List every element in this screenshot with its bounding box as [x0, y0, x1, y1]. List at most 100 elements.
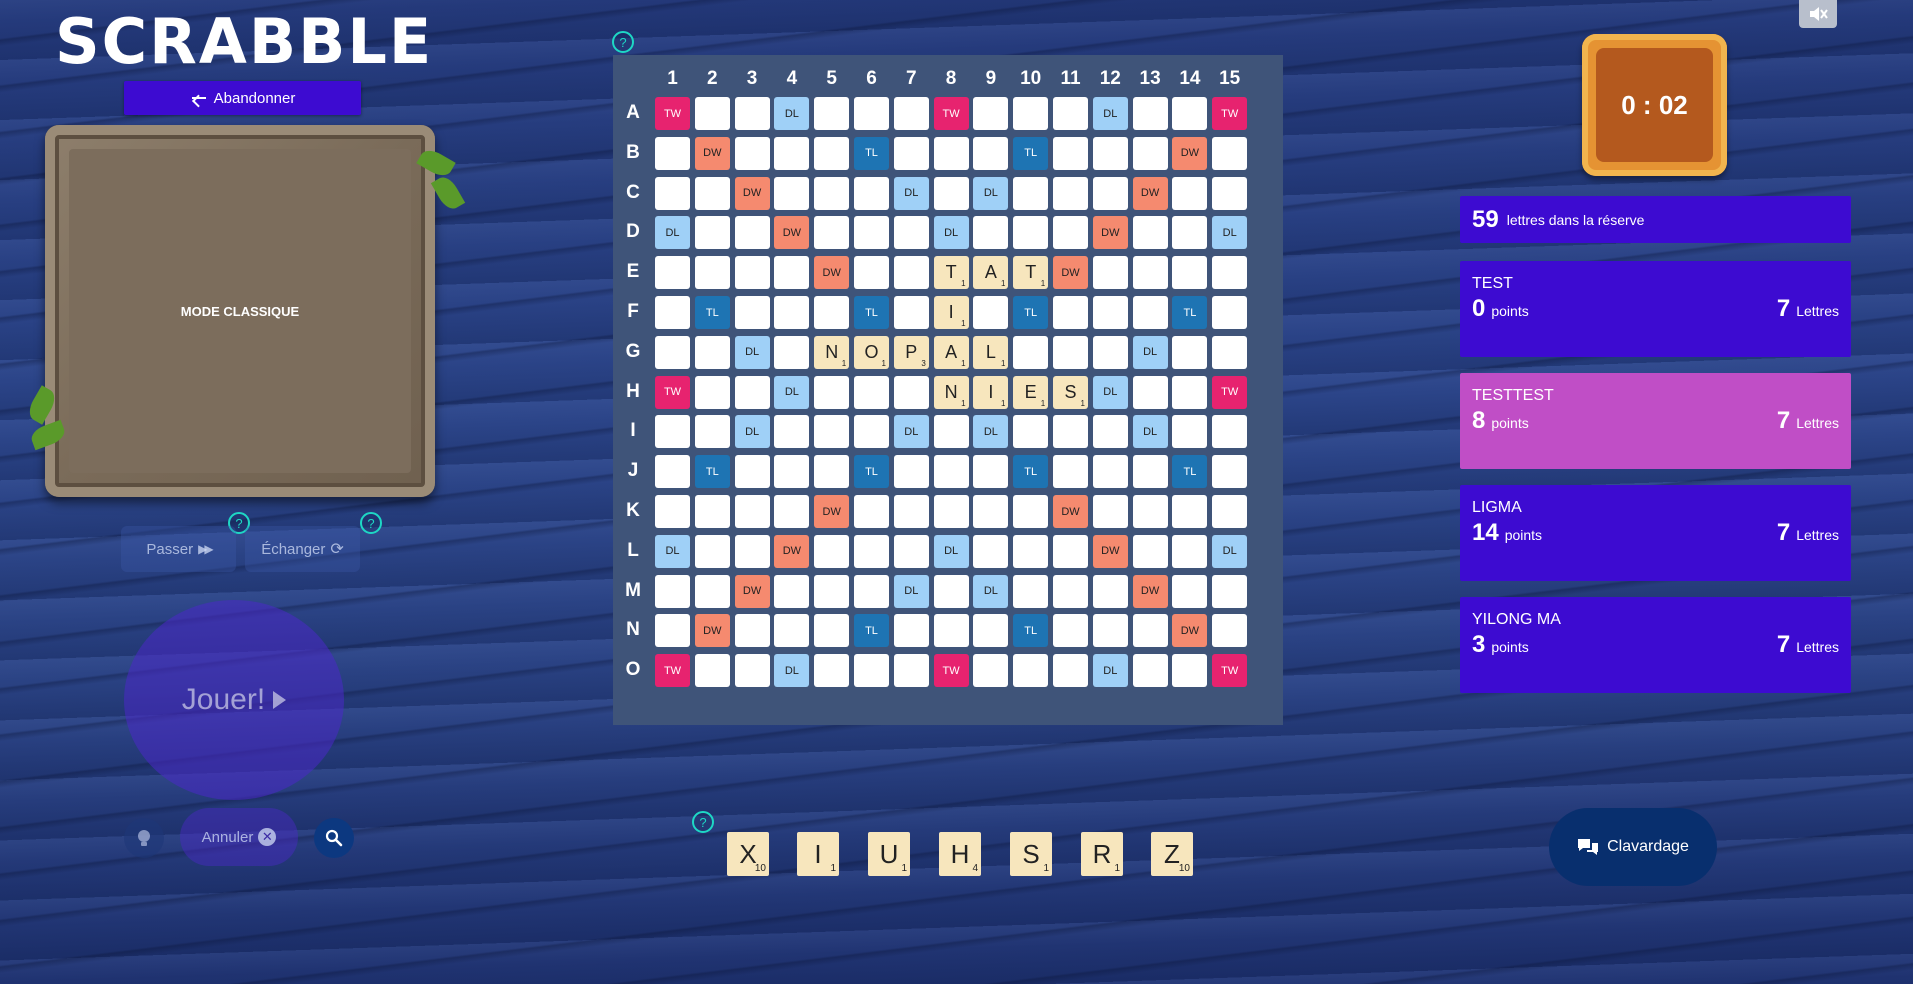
board-cell[interactable]: [734, 534, 770, 568]
board-cell[interactable]: [854, 216, 889, 250]
board-cell[interactable]: [1132, 654, 1168, 688]
board-cell[interactable]: [973, 97, 1009, 130]
board-cell-dl[interactable]: DL: [933, 216, 969, 250]
board-cell-dw[interactable]: DW: [734, 176, 770, 210]
board-cell-dw[interactable]: DW: [774, 216, 810, 250]
board-cell-dl[interactable]: DL: [734, 415, 770, 449]
board-cell-dw[interactable]: DW: [1172, 614, 1208, 648]
board-cell-dw[interactable]: DW: [1092, 534, 1128, 568]
board-cell[interactable]: [1013, 97, 1049, 130]
mute-button[interactable]: [1799, 0, 1837, 28]
board-cell-dl[interactable]: DL: [774, 654, 810, 688]
board-cell-dl[interactable]: DL: [1092, 654, 1128, 688]
board-cell[interactable]: [814, 176, 850, 210]
board-cell-tw[interactable]: TW: [1212, 375, 1248, 409]
board-cell-dl[interactable]: DL: [1132, 335, 1168, 369]
rack-tile[interactable]: H4: [939, 832, 981, 876]
board-cell-dl[interactable]: DL: [774, 375, 810, 409]
board-cell[interactable]: [1172, 176, 1208, 210]
board-cell[interactable]: [893, 455, 929, 489]
board-cell[interactable]: [973, 455, 1009, 489]
rack-tile[interactable]: R1: [1081, 832, 1123, 876]
board-cell-tl[interactable]: TL: [1013, 296, 1049, 329]
board-tile[interactable]: N1: [933, 375, 969, 409]
board-cell-dl[interactable]: DL: [1092, 375, 1128, 409]
pass-button[interactable]: Passer ▶▶: [121, 526, 236, 572]
board-cell[interactable]: [655, 335, 690, 369]
board-cell[interactable]: [814, 654, 850, 688]
board-cell[interactable]: [655, 455, 690, 489]
board-cell[interactable]: [933, 495, 969, 528]
board-cell[interactable]: [774, 256, 810, 290]
rack-tile[interactable]: U1: [868, 832, 910, 876]
board-cell-dl[interactable]: DL: [893, 574, 929, 608]
rack-tile[interactable]: S1: [1010, 832, 1052, 876]
board-cell[interactable]: [1053, 136, 1088, 170]
board-cell[interactable]: [1092, 335, 1128, 369]
board-cell-tl[interactable]: TL: [1013, 614, 1049, 648]
board-cell[interactable]: [933, 176, 969, 210]
board-cell[interactable]: [1092, 455, 1128, 489]
board-cell[interactable]: [1212, 415, 1248, 449]
rack-help-icon[interactable]: ?: [692, 811, 714, 833]
abandon-button[interactable]: Abandonner: [124, 81, 361, 115]
board-cell[interactable]: [1212, 256, 1248, 290]
board-cell[interactable]: [973, 216, 1009, 250]
board-cell[interactable]: [1212, 136, 1248, 170]
board-cell[interactable]: [1172, 335, 1208, 369]
board-cell[interactable]: [734, 455, 770, 489]
board-cell[interactable]: [814, 97, 850, 130]
board-cell[interactable]: [1013, 495, 1049, 528]
board-cell-tl[interactable]: TL: [1013, 455, 1049, 489]
board-cell-tl[interactable]: TL: [694, 455, 730, 489]
board-cell[interactable]: [1053, 574, 1088, 608]
board-cell[interactable]: [1212, 495, 1248, 528]
board-cell[interactable]: [1092, 495, 1128, 528]
board-cell-dw[interactable]: DW: [1092, 216, 1128, 250]
board-cell-tw[interactable]: TW: [933, 97, 969, 130]
board-cell[interactable]: [694, 256, 730, 290]
board-cell[interactable]: [774, 136, 810, 170]
board-tile[interactable]: S1: [1053, 375, 1088, 409]
board-cell-dl[interactable]: DL: [774, 97, 810, 130]
board-cell[interactable]: [655, 256, 690, 290]
board-cell[interactable]: [854, 654, 889, 688]
board-cell[interactable]: [1053, 176, 1088, 210]
search-button[interactable]: [314, 818, 354, 858]
board-cell-tl[interactable]: TL: [854, 614, 889, 648]
board-cell[interactable]: [1013, 415, 1049, 449]
board-cell[interactable]: [774, 614, 810, 648]
board-cell[interactable]: [933, 415, 969, 449]
board-cell[interactable]: [1172, 654, 1208, 688]
board-cell[interactable]: [734, 97, 770, 130]
board-cell[interactable]: [734, 296, 770, 329]
board-cell[interactable]: [774, 176, 810, 210]
board-cell[interactable]: [933, 574, 969, 608]
board-cell[interactable]: [973, 614, 1009, 648]
board-cell[interactable]: [1132, 375, 1168, 409]
board-cell[interactable]: [1132, 136, 1168, 170]
board-tile[interactable]: E1: [1013, 375, 1049, 409]
board-cell[interactable]: [734, 614, 770, 648]
board-cell-dl[interactable]: DL: [973, 176, 1009, 210]
board-help-icon[interactable]: ?: [612, 31, 634, 53]
board-cell[interactable]: [774, 495, 810, 528]
board-cell-tw[interactable]: TW: [933, 654, 969, 688]
play-button[interactable]: Jouer!: [124, 600, 344, 800]
board-cell-dl[interactable]: DL: [734, 335, 770, 369]
board-tile[interactable]: O1: [854, 335, 889, 369]
board-cell[interactable]: [1053, 455, 1088, 489]
board-cell[interactable]: [1013, 574, 1049, 608]
board-cell-tw[interactable]: TW: [655, 375, 690, 409]
board-cell-tl[interactable]: TL: [854, 296, 889, 329]
board-cell[interactable]: [1212, 176, 1248, 210]
board-tile[interactable]: L1: [973, 335, 1009, 369]
board-cell-dl[interactable]: DL: [655, 534, 690, 568]
board-cell[interactable]: [893, 495, 929, 528]
board-cell[interactable]: [774, 415, 810, 449]
board-tile[interactable]: T1: [933, 256, 969, 290]
board-cell-dw[interactable]: DW: [734, 574, 770, 608]
board-cell[interactable]: [1172, 534, 1208, 568]
board-cell[interactable]: [655, 176, 690, 210]
board-cell-dl[interactable]: DL: [933, 534, 969, 568]
